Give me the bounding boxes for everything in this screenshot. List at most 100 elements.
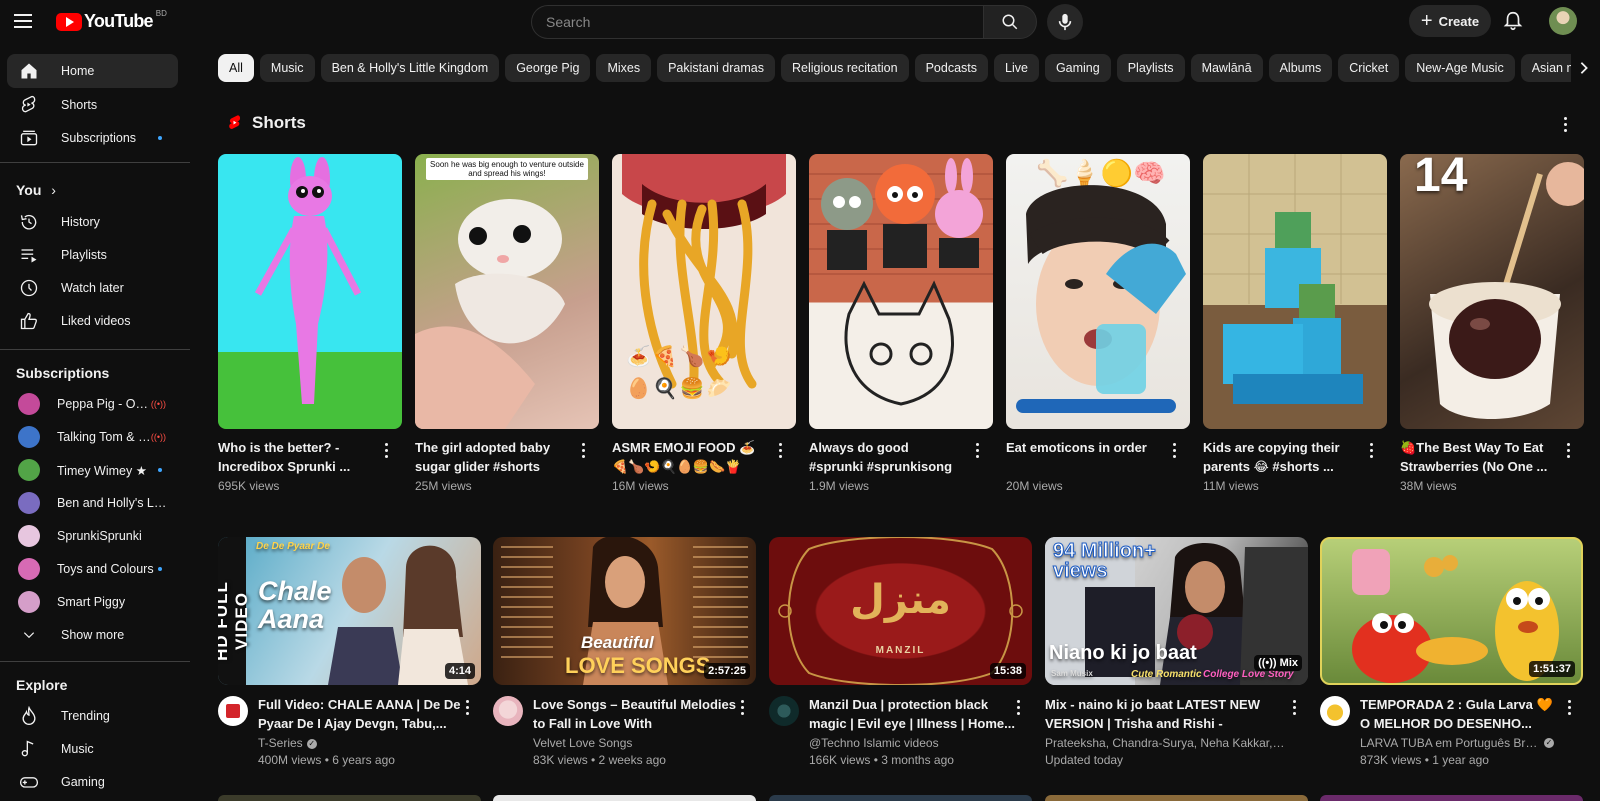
chip-all[interactable]: All (218, 54, 254, 82)
live-icon: ((•)) (150, 399, 166, 409)
video-channel-link[interactable]: @Techno Islamic videos (809, 736, 1015, 750)
short-title[interactable]: ASMR EMOJI FOOD 🍝 🍕🍗🍤🍳🥚🍔🌭🍟 (612, 439, 764, 476)
short-thumbnail[interactable] (809, 154, 993, 429)
video-title[interactable]: Manzil Dua | protection black magic | Ev… (809, 696, 1015, 733)
short-menu-button[interactable] (970, 441, 984, 459)
channel-avatar[interactable] (1320, 696, 1350, 726)
search-input[interactable] (531, 5, 983, 39)
video-thumbnail[interactable]: 94 Million+ views Niano ki jo baat Sam M… (1045, 537, 1308, 685)
sidebar-item-liked-videos[interactable]: Liked videos (7, 304, 178, 338)
sidebar-item-trending[interactable]: Trending (7, 699, 178, 733)
account-avatar[interactable] (1549, 7, 1577, 35)
chip-mixes[interactable]: Mixes (596, 54, 652, 82)
short-menu-button[interactable] (576, 441, 590, 459)
short-menu-button[interactable] (773, 441, 787, 459)
short-menu-button[interactable] (1167, 441, 1181, 459)
short-thumbnail[interactable] (1203, 154, 1387, 429)
sidebar-item-watch-later[interactable]: Watch later (7, 271, 178, 305)
channel-avatar[interactable] (493, 696, 523, 726)
sidebar-sub-talking-tom[interactable]: Talking Tom & Friends ((•)) (7, 420, 178, 454)
short-title[interactable]: The girl adopted baby sugar glider #shor… (415, 439, 567, 476)
sidebar-sub-peppa-pig[interactable]: Peppa Pig - Official Channel ((•)) (7, 387, 178, 421)
chip-podcasts[interactable]: Podcasts (914, 54, 988, 82)
sidebar-item-history[interactable]: History (7, 205, 178, 239)
short-thumbnail[interactable] (218, 154, 402, 429)
sidebar-item-playlists[interactable]: Playlists (7, 238, 178, 272)
short-title[interactable]: Kids are copying their parents 😂 #shorts… (1203, 439, 1355, 476)
chip-ben-and-holly[interactable]: Ben & Holly's Little Kingdom (320, 54, 500, 82)
sidebar-you-header[interactable]: You › (16, 182, 56, 198)
video-meta: Love Songs – Beautiful Melodies to Fall … (493, 696, 756, 767)
sidebar-item-subscriptions[interactable]: Subscriptions (7, 121, 178, 155)
video-thumbnail[interactable]: Beautiful LOVE SONGS 2:57:25 (493, 537, 756, 685)
sidebar-sub-ben-and-holly[interactable]: Ben and Holly's Little Kingdom (7, 486, 178, 520)
shorts-shelf-menu-button[interactable] (1558, 114, 1572, 134)
channel-name: Velvet Love Songs (533, 736, 633, 750)
couple-image (328, 545, 468, 685)
menu-icon[interactable] (14, 10, 38, 30)
video-thumbnail[interactable]: منزل MANZIL 15:38 (769, 537, 1032, 685)
notifications-bell-icon[interactable] (1502, 10, 1524, 32)
video-menu-button[interactable] (1011, 698, 1025, 716)
search-button[interactable] (983, 5, 1037, 39)
short-menu-button[interactable] (1364, 441, 1378, 459)
short-thumbnail[interactable]: 🦴🍦🟡🧠 (1006, 154, 1190, 429)
video-title[interactable]: Mix - naino ki jo baat LATEST NEW VERSIO… (1045, 696, 1285, 733)
short-menu-button[interactable] (1561, 441, 1575, 459)
sidebar-sub-smart-piggy[interactable]: Smart Piggy (7, 585, 178, 619)
sidebar-item-gaming[interactable]: Gaming (7, 765, 178, 799)
youtube-logo[interactable]: YouTube BD (56, 9, 167, 32)
chips-next-button[interactable] (1571, 54, 1597, 82)
sidebar-item-label: SprunkiSprunki (57, 529, 142, 543)
video-menu-button[interactable] (1287, 698, 1301, 716)
short-views: 38M views (1400, 479, 1457, 493)
short-thumbnail[interactable]: Soon he was big enough to venture outsid… (415, 154, 599, 429)
video-menu-button[interactable] (735, 698, 749, 716)
video-thumbnail[interactable]: HD FULL VIDEO De De Pyaar De Chale Aana … (218, 537, 481, 685)
chip-music[interactable]: Music (259, 54, 315, 82)
chip-religious-recitation[interactable]: Religious recitation (780, 54, 909, 82)
create-button[interactable]: + Create (1409, 5, 1491, 37)
short-thumbnail[interactable]: 14 (1400, 154, 1584, 429)
short-title[interactable]: Eat emoticons in order (1006, 439, 1158, 476)
chip-albums[interactable]: Albums (1268, 54, 1333, 82)
short-menu-button[interactable] (379, 441, 393, 459)
channel-avatar[interactable] (769, 696, 799, 726)
video-title[interactable]: Love Songs – Beautiful Melodies to Fall … (533, 696, 739, 733)
sidebar-item-shorts[interactable]: Shorts (7, 88, 178, 122)
video-title[interactable]: Full Video: CHALE AANA | De De Pyaar De … (258, 696, 464, 733)
chevron-right-icon: › (51, 182, 56, 198)
sidebar-item-label: Liked videos (61, 314, 131, 328)
chip-new-age-music[interactable]: New-Age Music (1405, 54, 1515, 82)
short-title[interactable]: Always do good #sprunki #sprunkisong #pa… (809, 439, 961, 476)
video-thumbnail[interactable]: 1:51:37 (1320, 537, 1583, 685)
sidebar-sub-timey-wimey[interactable]: Timey Wimey ★ (7, 453, 178, 487)
chip-george-pig[interactable]: George Pig (505, 54, 591, 82)
chip-playlists[interactable]: Playlists (1116, 54, 1185, 82)
sidebar-item-music[interactable]: Music (7, 732, 178, 766)
sidebar-sub-toys-and-colours[interactable]: Toys and Colours (7, 552, 178, 586)
chip-gaming[interactable]: Gaming (1044, 54, 1111, 82)
short-thumbnail[interactable]: 🍝🍕🍗🍤 🥚🍳🍔🥟 (612, 154, 796, 429)
short-card: 14 🍓The Best Way To Eat Strawberries (No… (1400, 154, 1584, 493)
chip-pakistani-dramas[interactable]: Pakistani dramas (657, 54, 775, 82)
video-channel-link[interactable]: T-Series ✓ (258, 736, 464, 750)
voice-search-button[interactable] (1047, 4, 1083, 40)
sidebar-show-more[interactable]: Show more (7, 618, 178, 652)
chip-mawlana[interactable]: Mawlānā (1190, 54, 1263, 82)
chip-live[interactable]: Live (994, 54, 1039, 82)
short-title[interactable]: Who is the better? - Incredibox Sprunki … (218, 439, 370, 476)
video-menu-button[interactable] (1562, 698, 1576, 716)
sidebar-subscriptions-header: Subscriptions (16, 365, 110, 381)
short-title[interactable]: 🍓The Best Way To Eat Strawberries (No On… (1400, 439, 1552, 476)
sidebar-item-home[interactable]: Home (7, 54, 178, 88)
channel-avatar[interactable] (218, 696, 248, 726)
video-title[interactable]: TEMPORADA 2 : Gula Larva 🧡 O MELHOR DO D… (1360, 696, 1566, 733)
sidebar-sub-sprunkisprunki[interactable]: SprunkiSprunki (7, 519, 178, 553)
video-channel-link[interactable]: Velvet Love Songs (533, 736, 739, 750)
video-menu-button[interactable] (460, 698, 474, 716)
chip-cricket[interactable]: Cricket (1338, 54, 1400, 82)
video-channel-link[interactable]: LARVA TUBA em Português Brasil ✓ (1360, 736, 1566, 750)
video-channel-link[interactable]: Prateeksha, Chandra-Surya, Neha Kakkar, … (1045, 736, 1285, 750)
sidebar-divider (0, 349, 190, 350)
